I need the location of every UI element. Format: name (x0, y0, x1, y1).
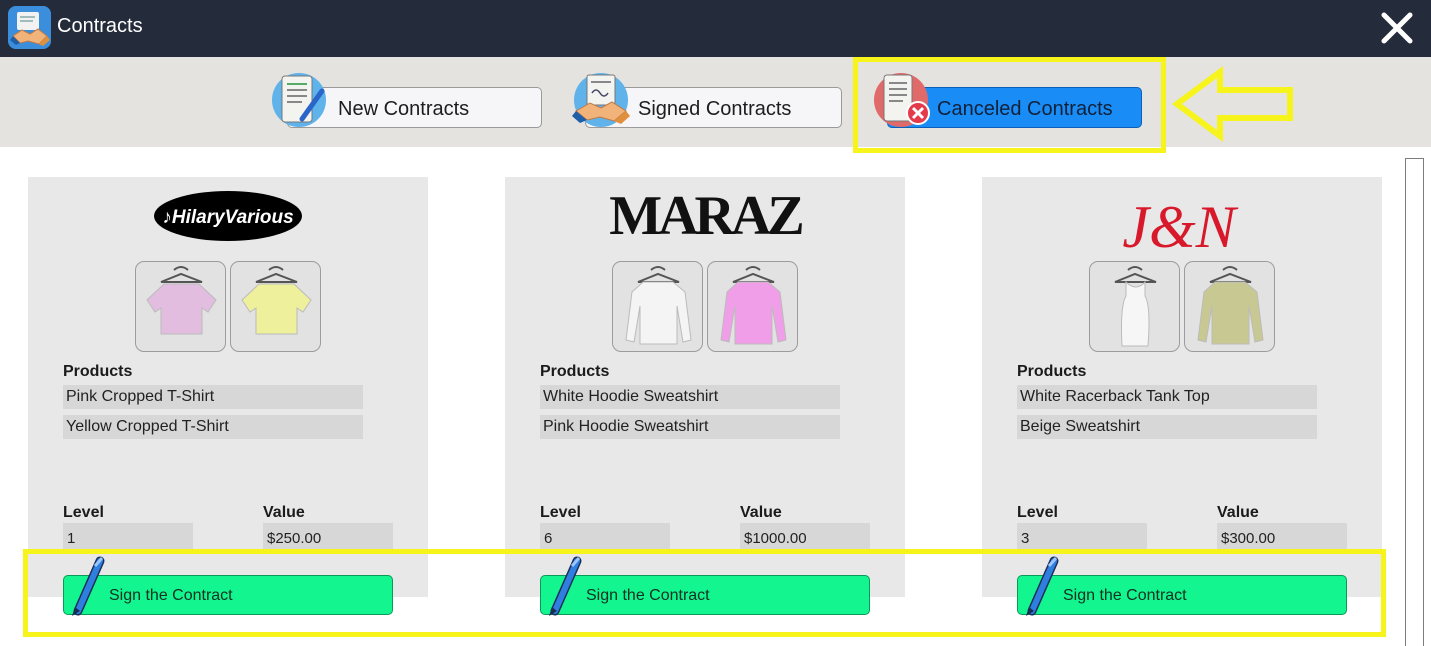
product-name: Yellow Cropped T-Shirt (63, 415, 363, 439)
product-thumbnail[interactable] (230, 261, 321, 352)
brand-logo: J&N (982, 177, 1382, 260)
title-bar: Contracts (0, 0, 1431, 57)
level-value: 1 (63, 523, 193, 550)
brand-logo-text: MARAZ (609, 185, 802, 247)
handshake-icon (8, 6, 51, 49)
product-name: Beige Sweatshirt (1017, 415, 1317, 439)
contract-value: $1000.00 (740, 523, 870, 550)
product-name: White Hoodie Sweatshirt (540, 385, 840, 409)
signed-document-handshake-icon (570, 69, 632, 131)
brand-logo: MARAZ (505, 177, 905, 257)
product-name: White Racerback Tank Top (1017, 385, 1317, 409)
product-thumbnail[interactable] (707, 261, 798, 352)
level-value: 3 (1017, 523, 1147, 550)
brand-logo-text: J&N (1122, 194, 1238, 257)
level-label: Level (1017, 504, 1058, 521)
arrow-left-icon (1171, 66, 1297, 142)
brand-logo: ♪HilaryVarious (28, 177, 428, 257)
value-label: Value (263, 504, 305, 521)
products-label: Products (540, 363, 610, 380)
product-name: Pink Cropped T-Shirt (63, 385, 363, 409)
contract-value: $300.00 (1217, 523, 1347, 550)
product-thumbnail[interactable] (135, 261, 226, 352)
product-thumbnail[interactable] (612, 261, 703, 352)
close-icon (1381, 12, 1413, 44)
contract-value: $250.00 (263, 523, 393, 550)
level-value: 6 (540, 523, 670, 550)
highlight-box (853, 57, 1166, 153)
contract-card: ♪HilaryVarious Products Pink Cropped T-Shi… (28, 177, 428, 597)
close-button[interactable] (1377, 8, 1417, 48)
contract-card: J&N Products White Racerback Tank Top Beige… (982, 177, 1382, 597)
level-label: Level (540, 504, 581, 521)
tab-label: Signed Contracts (638, 98, 792, 120)
scroll-pen-icon (268, 69, 330, 131)
value-label: Value (1217, 504, 1259, 521)
product-thumbnail[interactable] (1184, 261, 1275, 352)
product-name: Pink Hoodie Sweatshirt (540, 415, 840, 439)
scrollbar[interactable] (1405, 158, 1424, 646)
tab-label: New Contracts (338, 98, 470, 120)
products-label: Products (1017, 363, 1087, 380)
window-title: Contracts (57, 15, 143, 37)
products-label: Products (63, 363, 133, 380)
contract-card: MARAZ Products White Hoodie Sweatshirt Pink… (505, 177, 905, 597)
brand-logo-text: ♪HilaryVarious (162, 207, 293, 228)
level-label: Level (63, 504, 104, 521)
highlight-box (23, 549, 1386, 637)
value-label: Value (740, 504, 782, 521)
product-thumbnail[interactable] (1089, 261, 1180, 352)
